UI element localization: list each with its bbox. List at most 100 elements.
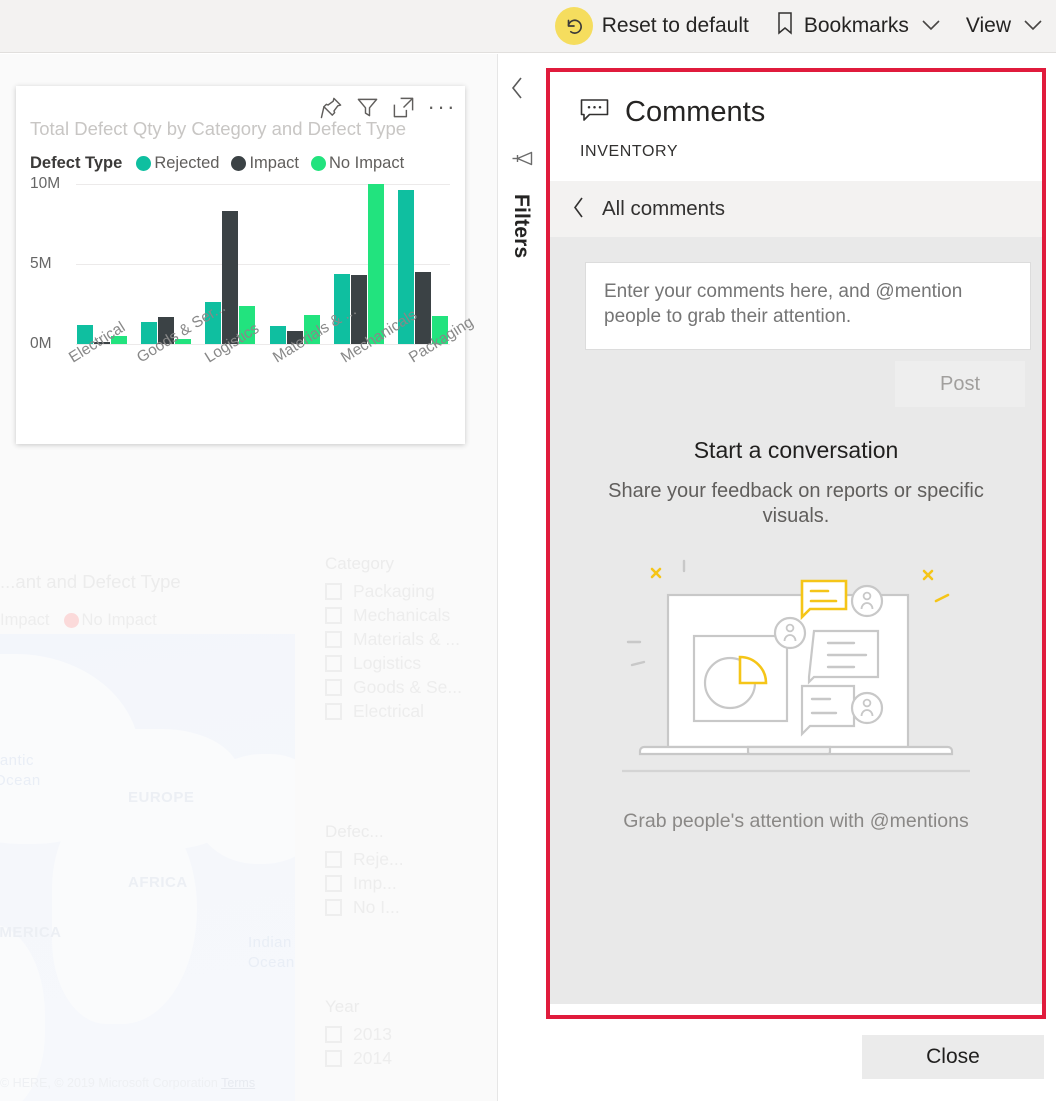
slicer-item-label: Goods & Se... bbox=[353, 677, 462, 697]
slicer-item-label: Logistics bbox=[353, 653, 422, 673]
checkbox-icon[interactable] bbox=[325, 655, 342, 672]
bar-impact[interactable] bbox=[414, 272, 431, 344]
slicer-item[interactable]: 2014 bbox=[325, 1048, 392, 1069]
reset-to-default-button[interactable]: Reset to default bbox=[554, 7, 749, 45]
slicer-item[interactable]: Goods & Se... bbox=[325, 677, 462, 698]
map-visual[interactable]: EUROPE AFRICA AMERICA lantic Ocean India… bbox=[0, 634, 295, 1101]
checkbox-icon[interactable] bbox=[325, 631, 342, 648]
slicer-header: Defec... bbox=[325, 822, 384, 841]
filter-icon[interactable] bbox=[511, 149, 533, 174]
slicer-item[interactable]: Materials & ... bbox=[325, 629, 462, 650]
slicer-item[interactable]: 2013 bbox=[325, 1024, 392, 1045]
checkbox-icon[interactable] bbox=[325, 583, 342, 600]
faded-chart-title: ...ant and Defect Type bbox=[0, 571, 181, 592]
checkbox-icon[interactable] bbox=[325, 1026, 342, 1043]
bar-rejected[interactable] bbox=[269, 325, 286, 344]
bar-no-impact[interactable] bbox=[367, 184, 384, 344]
slicer-year[interactable]: Year 2013 2014 bbox=[325, 997, 392, 1072]
slicer-category[interactable]: Category Packaging Mechanicals Materials & … bbox=[325, 554, 462, 725]
slicer-item[interactable]: Electrical bbox=[325, 701, 462, 722]
comments-header: Comments INVENTORY bbox=[550, 72, 1042, 161]
map-label-ocean: Ocean bbox=[0, 772, 41, 789]
map-attribution-text: © HERE, © 2019 Microsoft Corporation bbox=[0, 1076, 218, 1090]
reset-to-default-label: Reset to default bbox=[601, 14, 749, 37]
legend-swatch bbox=[63, 613, 79, 628]
slicer-item-label: Materials & ... bbox=[353, 629, 460, 649]
slicer-item-label: Mechanicals bbox=[353, 605, 451, 625]
legend-label: No Impact bbox=[328, 154, 405, 172]
pin-icon[interactable] bbox=[320, 96, 343, 119]
post-comment-button[interactable]: Post bbox=[895, 361, 1025, 407]
slicer-item-label: Reje... bbox=[353, 849, 404, 869]
faded-chart-legend: Impact No Impact bbox=[0, 611, 157, 630]
chevron-left-icon[interactable] bbox=[510, 77, 524, 103]
close-button[interactable]: Close bbox=[862, 1035, 1044, 1079]
slicer-item-label: 2014 bbox=[353, 1048, 392, 1068]
all-comments-label: All comments bbox=[602, 197, 726, 220]
legend-swatch bbox=[231, 156, 247, 171]
map-label-ocean: Indian bbox=[248, 934, 292, 951]
slicer-item-label: Electrical bbox=[353, 701, 424, 721]
checkbox-icon[interactable] bbox=[325, 679, 342, 696]
filters-rail-label[interactable]: Filters bbox=[509, 194, 533, 258]
more-options-icon[interactable]: ··· bbox=[428, 96, 457, 118]
slicer-header: Year bbox=[325, 997, 360, 1016]
slicer-defec-[interactable]: Defec... Reje... Imp... No I... bbox=[325, 822, 404, 921]
slicer-item-label: 2013 bbox=[353, 1024, 392, 1044]
legend-label: Rejected bbox=[154, 154, 220, 172]
slicer-item[interactable]: Imp... bbox=[325, 873, 404, 894]
bar-impact[interactable] bbox=[222, 211, 239, 344]
checkbox-icon[interactable] bbox=[325, 703, 342, 720]
bar-group[interactable] bbox=[269, 184, 320, 344]
legend-item-rejected[interactable]: Rejected bbox=[136, 154, 219, 173]
legend-title: Defect Type bbox=[30, 154, 123, 172]
chevron-down-icon bbox=[1024, 19, 1042, 34]
comments-empty-state: Start a conversation Share your feedback… bbox=[550, 437, 1042, 833]
background-visuals-faded: ...ant and Defect Type Impact No Impact … bbox=[0, 494, 497, 1101]
chart-title: Total Defect Qty by Category and Defect … bbox=[30, 118, 407, 139]
slicer-item[interactable]: Logistics bbox=[325, 653, 462, 674]
legend-label: Impact bbox=[249, 154, 299, 172]
chart-visual-card[interactable]: ··· Total Defect Qty by Category and Def… bbox=[16, 86, 476, 444]
landmass-shape bbox=[0, 924, 45, 1101]
map-terms-link[interactable]: Terms bbox=[221, 1076, 255, 1090]
slicer-item[interactable]: Mechanicals bbox=[325, 605, 462, 626]
checkbox-icon[interactable] bbox=[325, 851, 342, 868]
legend-swatch bbox=[136, 156, 152, 171]
map-label-africa: AFRICA bbox=[128, 874, 188, 891]
slicer-item-label: Imp... bbox=[353, 873, 397, 893]
comments-report-name: INVENTORY bbox=[580, 143, 679, 160]
legend-item-impact[interactable]: Impact bbox=[231, 154, 299, 173]
checkbox-icon[interactable] bbox=[325, 899, 342, 916]
slicer-item-label: Packaging bbox=[353, 581, 435, 601]
comment-input[interactable] bbox=[585, 262, 1031, 350]
bookmarks-label: Bookmarks bbox=[803, 14, 909, 37]
legend-item-no-impact[interactable]: No Impact bbox=[310, 154, 405, 173]
slicer-item[interactable]: Reje... bbox=[325, 849, 404, 870]
checkbox-icon[interactable] bbox=[325, 875, 342, 892]
comments-pane: Comments INVENTORY All comments Post Sta… bbox=[546, 68, 1046, 1019]
report-canvas: ··· Total Defect Qty by Category and Def… bbox=[0, 54, 498, 1101]
bookmarks-button[interactable]: Bookmarks bbox=[775, 11, 940, 41]
empty-state-heading: Start a conversation bbox=[693, 437, 899, 463]
checkbox-icon[interactable] bbox=[325, 607, 342, 624]
slicer-header: Category bbox=[325, 554, 394, 573]
map-label-ocean: lantic bbox=[0, 752, 35, 769]
report-toolbar: Reset to default Bookmarks View bbox=[0, 0, 1056, 53]
focus-mode-icon[interactable] bbox=[392, 96, 415, 119]
faded-legend-partial: Impact bbox=[0, 611, 50, 629]
comments-body: Post Start a conversation Share your fee… bbox=[550, 237, 1042, 1004]
checkbox-icon[interactable] bbox=[325, 1050, 342, 1067]
filter-funnel-icon[interactable] bbox=[356, 96, 379, 119]
slicer-item-label: No I... bbox=[353, 897, 400, 917]
map-label-america: AMERICA bbox=[0, 924, 62, 941]
undo-icon bbox=[554, 7, 593, 45]
slicer-item[interactable]: Packaging bbox=[325, 581, 462, 602]
bookmark-icon bbox=[775, 11, 795, 41]
map-attribution: © HERE, © 2019 Microsoft Corporation Ter… bbox=[0, 1076, 255, 1090]
mentions-hint: Grab people's attention with @mentions bbox=[623, 810, 969, 832]
view-button[interactable]: View bbox=[966, 14, 1042, 38]
all-comments-back-button[interactable]: All comments bbox=[550, 181, 1042, 237]
slicer-item[interactable]: No I... bbox=[325, 897, 404, 918]
gridline bbox=[76, 344, 450, 345]
